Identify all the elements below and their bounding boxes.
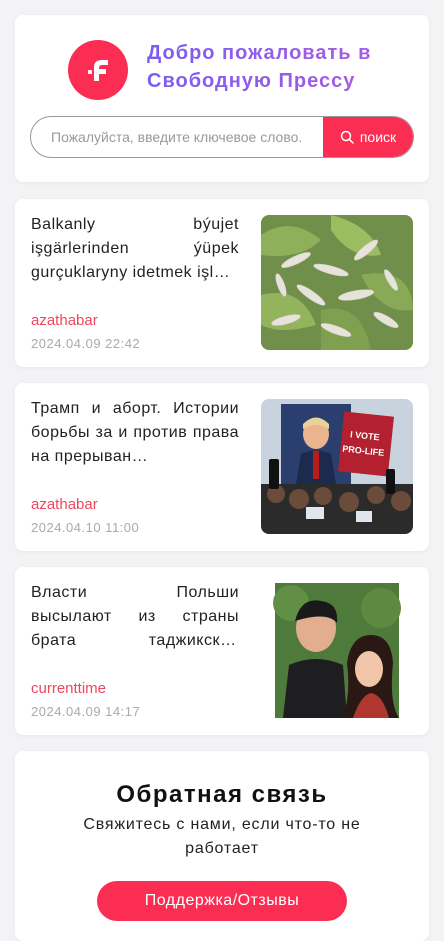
news-source: azathabar xyxy=(31,496,98,513)
search-icon xyxy=(340,130,354,144)
news-source: currenttime xyxy=(31,680,107,697)
header-card: Добро пожаловать в Свободную Прессу поис… xyxy=(15,15,429,182)
news-card[interactable]: Трамп и аборт. Истории борьбы за и проти… xyxy=(15,383,429,551)
news-time: 2024.04.09 14:17 xyxy=(31,704,141,719)
search-button[interactable]: поиск xyxy=(323,117,413,157)
news-title[interactable]: Balkanly býujet işgärlerinden ýüpek gurç… xyxy=(31,213,239,285)
news-source: azathabar xyxy=(31,312,98,329)
search-input[interactable] xyxy=(31,117,323,157)
news-card[interactable]: Balkanly býujet işgärlerinden ýüpek gurç… xyxy=(15,199,429,367)
logo-f-icon xyxy=(88,60,108,81)
news-time: 2024.04.09 22:42 xyxy=(31,336,141,351)
news-card[interactable]: Власти Польши высылают из страны брата т… xyxy=(15,567,429,735)
feedback-title: Обратная связь xyxy=(116,781,328,808)
feedback-card: Обратная связь Свяжитесь с нами, если чт… xyxy=(15,751,429,941)
news-image-silkworms[interactable] xyxy=(261,215,413,350)
news-title[interactable]: Власти Польши высылают из страны брата т… xyxy=(31,581,239,653)
feedback-subtitle: Свяжитесь с нами, если что-то не работае… xyxy=(83,816,361,857)
news-title[interactable]: Трамп и аборт. Истории борьбы за и проти… xyxy=(31,397,239,469)
news-time: 2024.04.10 11:00 xyxy=(31,520,140,535)
welcome-title: Добро пожаловать в Свободную Прессу xyxy=(147,39,407,95)
news-image-rally[interactable]: I VOTE PRO-LIFE xyxy=(261,399,413,534)
search-button-label: поиск xyxy=(359,129,397,145)
app-logo xyxy=(68,40,128,100)
news-image-portrait[interactable] xyxy=(261,583,413,718)
search-bar: поиск xyxy=(30,116,414,158)
support-feedback-button[interactable]: Поддержка/Отзывы xyxy=(97,881,347,921)
